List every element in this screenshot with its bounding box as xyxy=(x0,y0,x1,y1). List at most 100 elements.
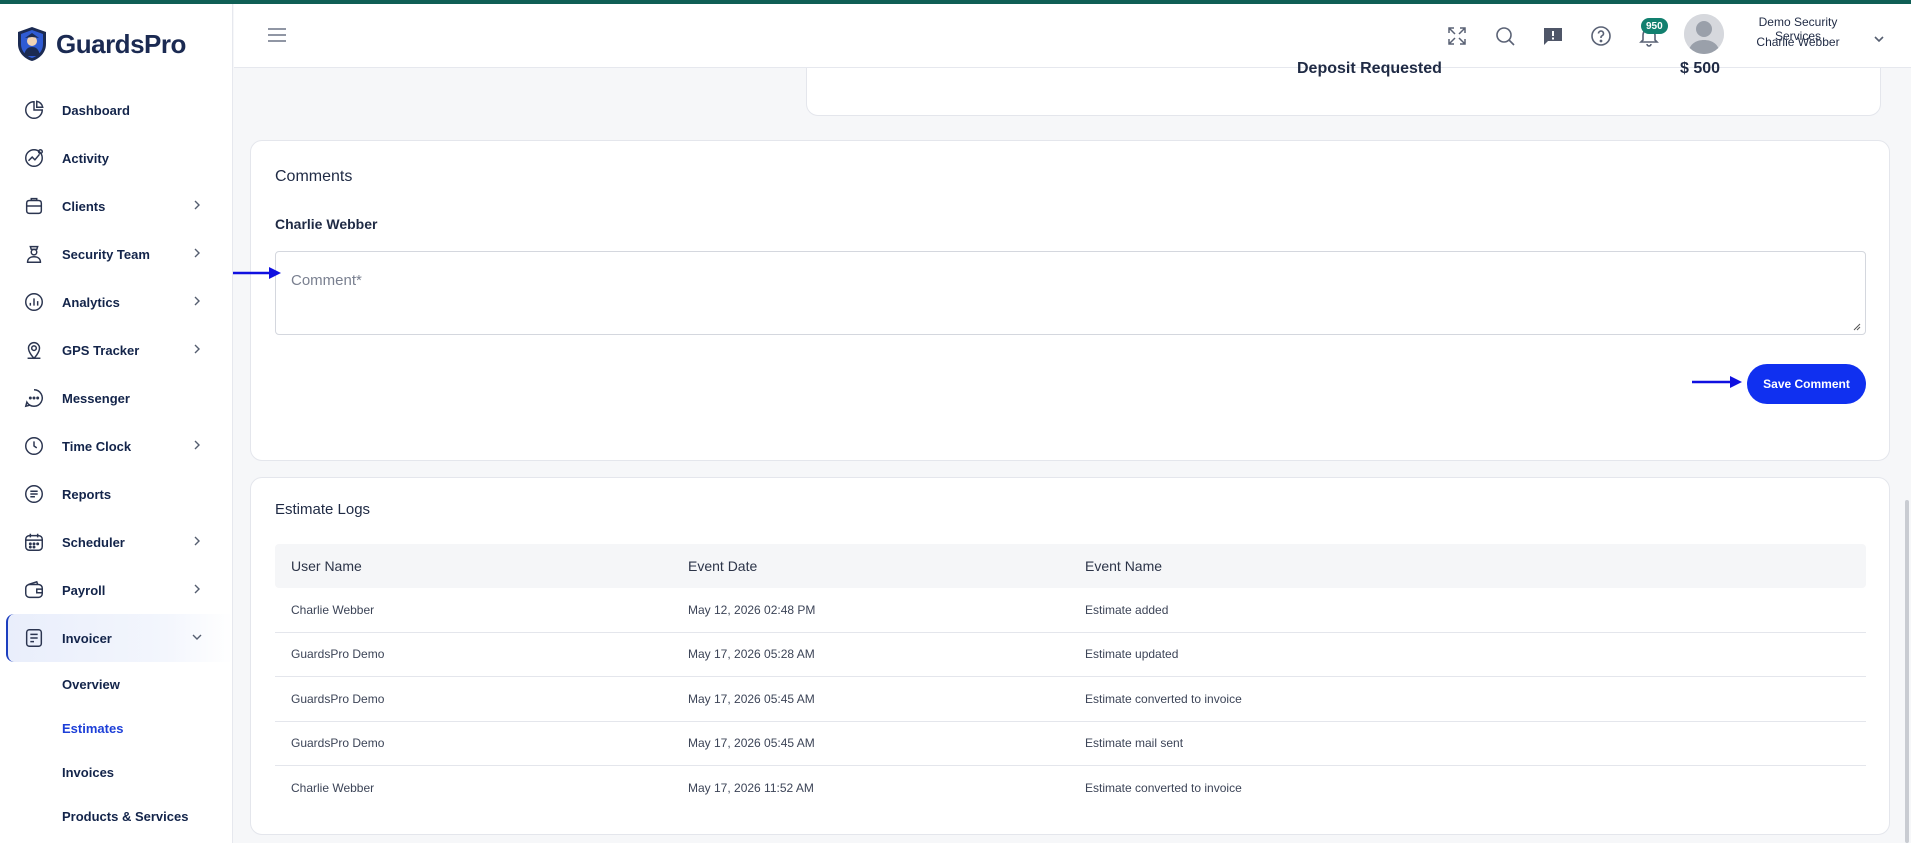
sidebar-item-label: Dashboard xyxy=(62,102,130,118)
sidebar-item-clients[interactable]: Clients xyxy=(0,182,232,230)
comment-author-name: Charlie Webber xyxy=(275,216,378,232)
cell-user-name: GuardsPro Demo xyxy=(291,736,385,751)
column-header-event-date: Event Date xyxy=(688,558,758,574)
table-row: GuardsPro Demo May 17, 2026 05:45 AM Est… xyxy=(275,677,1866,722)
chat-bubble-icon xyxy=(22,386,46,410)
cell-event-name: Estimate converted to invoice xyxy=(1085,781,1242,796)
report-document-icon xyxy=(22,482,46,506)
sidebar-item-label: GPS Tracker xyxy=(62,342,140,358)
guard-person-icon xyxy=(22,242,46,266)
sidebar-item-label: Analytics xyxy=(62,294,120,310)
cell-event-name: Estimate converted to invoice xyxy=(1085,691,1242,706)
wallet-icon xyxy=(22,578,46,602)
sidebar-item-activity[interactable]: Activity xyxy=(0,134,232,182)
cell-event-date: May 17, 2026 11:52 AM xyxy=(688,781,814,796)
chevron-right-icon xyxy=(194,200,200,210)
annotation-arrow-icon xyxy=(1692,376,1742,388)
sidebar-item-scheduler[interactable]: Scheduler xyxy=(0,518,232,566)
analytics-bars-icon xyxy=(22,290,46,314)
sidebar-item-reports[interactable]: Reports xyxy=(0,470,232,518)
cell-user-name: GuardsPro Demo xyxy=(291,691,385,706)
page-scrollbar[interactable] xyxy=(1905,500,1909,843)
guard-shield-logo-icon xyxy=(18,27,46,61)
estimate-logs-card: Estimate Logs User Name Event Date Event… xyxy=(250,477,1890,835)
header-user-name: Charlie Webber xyxy=(1756,35,1840,49)
clock-icon xyxy=(22,434,46,458)
table-header: User Name Event Date Event Name xyxy=(275,544,1866,588)
table-row: GuardsPro Demo May 17, 2026 05:28 AM Est… xyxy=(275,633,1866,677)
cell-event-date: May 17, 2026 05:45 AM xyxy=(688,691,815,706)
estimate-logs-title: Estimate Logs xyxy=(275,501,371,518)
sidebar-item-label: Activity xyxy=(62,150,109,166)
user-avatar-icon xyxy=(1684,14,1724,54)
fullscreen-icon[interactable] xyxy=(1445,24,1469,48)
sidebar-item-messenger[interactable]: Messenger xyxy=(0,374,232,422)
sidebar-item-security-team[interactable]: Security Team xyxy=(0,230,232,278)
feedback-message-icon[interactable] xyxy=(1541,24,1565,48)
sidebar-item-label: Payroll xyxy=(62,582,106,598)
comments-card: Comments Charlie Webber Save Comment xyxy=(250,140,1890,461)
sidebar-item-label: Time Clock xyxy=(62,438,132,454)
resize-grip-icon[interactable] xyxy=(1851,321,1861,331)
calendar-icon xyxy=(22,530,46,554)
chevron-right-icon xyxy=(194,296,200,306)
sidebar-item-gps-tracker[interactable]: GPS Tracker xyxy=(0,326,232,374)
sidebar-item-label: Clients xyxy=(62,198,106,214)
sidebar-item-label: Reports xyxy=(62,486,112,502)
sidebar-item-label: Messenger xyxy=(62,390,130,406)
chevron-right-icon xyxy=(194,440,200,450)
sidebar-nav: Dashboard Activity Clients Security Team… xyxy=(0,86,232,838)
sidebar-item-dashboard[interactable]: Dashboard xyxy=(0,86,232,134)
cell-event-date: May 12, 2026 02:48 PM xyxy=(688,602,816,617)
cell-event-name: Estimate added xyxy=(1085,602,1169,617)
table-row: GuardsPro Demo May 17, 2026 05:45 AM Est… xyxy=(275,722,1866,766)
submenu-item-overview[interactable]: Overview xyxy=(0,662,232,706)
chevron-down-icon[interactable] xyxy=(1872,32,1886,46)
cell-user-name: Charlie Webber xyxy=(291,781,375,796)
comment-textarea[interactable] xyxy=(275,251,1866,335)
cell-event-name: Estimate updated xyxy=(1085,647,1179,662)
top-header: 950 Demo Security Services Charlie Webbe… xyxy=(234,4,1911,68)
table-row: Charlie Webber May 17, 2026 11:52 AM Est… xyxy=(275,766,1866,811)
sidebar-item-invoicer[interactable]: Invoicer xyxy=(6,614,232,662)
column-header-event-name: Event Name xyxy=(1085,558,1163,574)
sidebar-item-analytics[interactable]: Analytics xyxy=(0,278,232,326)
help-question-icon[interactable] xyxy=(1589,24,1613,48)
sidebar-item-payroll[interactable]: Payroll xyxy=(0,566,232,614)
briefcase-icon xyxy=(22,194,46,218)
dashboard-pie-icon xyxy=(22,98,46,122)
chevron-right-icon xyxy=(194,344,200,354)
sidebar-item-time-clock[interactable]: Time Clock xyxy=(0,422,232,470)
table-row: Charlie Webber May 12, 2026 02:48 PM Est… xyxy=(275,588,1866,633)
cell-event-date: May 17, 2026 05:28 AM xyxy=(688,647,815,662)
cell-user-name: GuardsPro Demo xyxy=(291,647,385,662)
save-comment-button[interactable]: Save Comment xyxy=(1747,364,1866,404)
brand-logo[interactable]: GuardsPro xyxy=(16,24,186,64)
notification-count-badge: 950 xyxy=(1641,18,1668,34)
chevron-right-icon xyxy=(194,248,200,258)
sidebar-item-label: Invoicer xyxy=(62,630,112,646)
annotation-arrow-icon xyxy=(233,267,281,279)
submenu-item-estimates[interactable]: Estimates xyxy=(0,706,232,750)
deposit-requested-value: $ 500 xyxy=(1680,60,1721,77)
search-icon[interactable] xyxy=(1493,24,1517,48)
cell-user-name: Charlie Webber xyxy=(291,602,375,617)
chevron-right-icon xyxy=(194,536,200,546)
sidebar-item-label: Security Team xyxy=(62,246,150,262)
hamburger-menu-icon[interactable] xyxy=(266,26,288,44)
user-avatar[interactable] xyxy=(1684,14,1724,54)
sidebar-item-label: Scheduler xyxy=(62,534,125,550)
column-header-user-name: User Name xyxy=(291,558,362,574)
cell-event-name: Estimate mail sent xyxy=(1085,736,1184,751)
activity-chart-icon xyxy=(22,146,46,170)
submenu-item-products-services[interactable]: Products & Services xyxy=(0,794,232,838)
chevron-down-icon xyxy=(192,634,202,640)
submenu-item-invoices[interactable]: Invoices xyxy=(0,750,232,794)
comments-title: Comments xyxy=(275,168,353,185)
location-pin-icon xyxy=(22,338,46,362)
invoicer-submenu: Overview Estimates Invoices Products & S… xyxy=(0,662,232,838)
estimate-summary-card: Deposit Requested $ 500 xyxy=(806,60,1881,116)
brand-name: GuardsPro xyxy=(56,28,186,59)
sidebar: GuardsPro Dashboard Activity Clients Sec… xyxy=(0,4,233,843)
invoice-icon xyxy=(22,626,46,650)
